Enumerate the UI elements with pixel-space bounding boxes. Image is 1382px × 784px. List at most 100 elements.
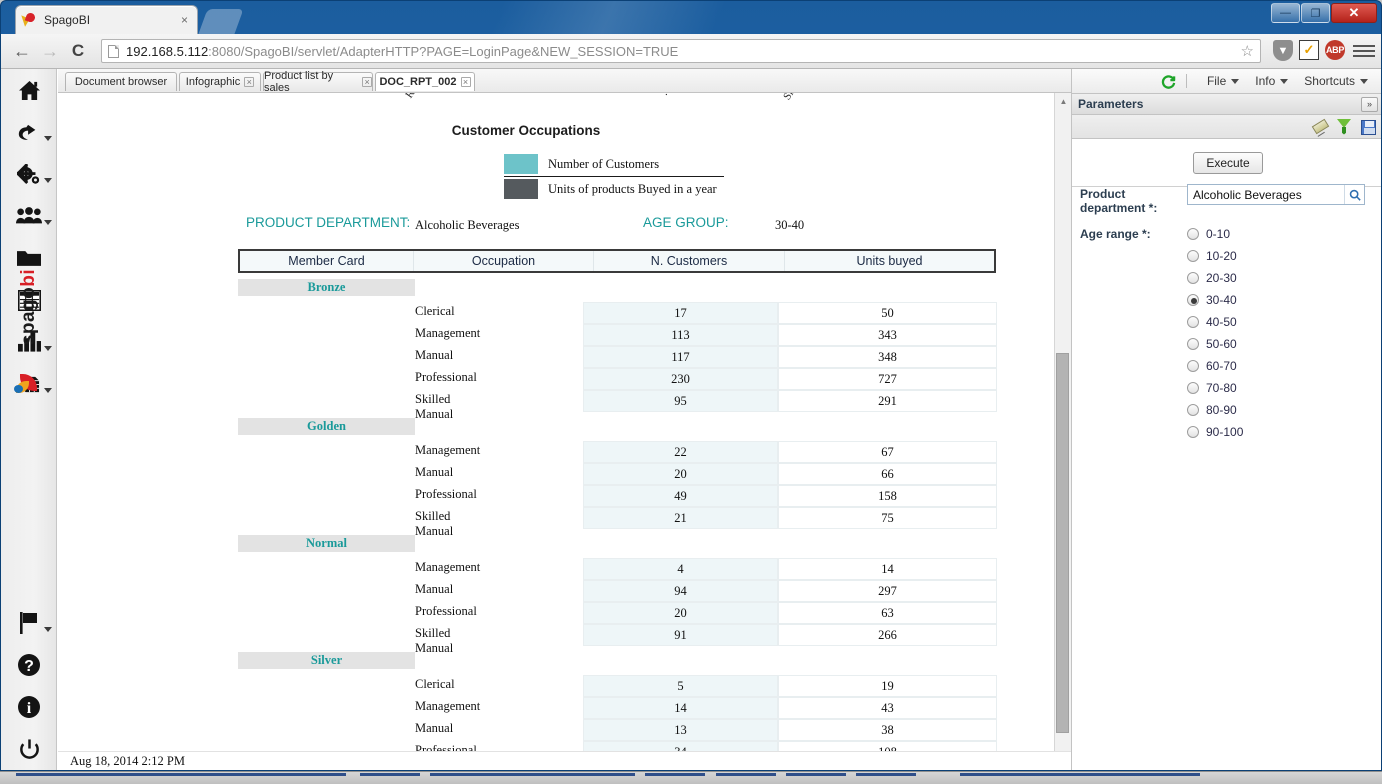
product-department-key: PRODUCT DEPARTMENT:	[246, 215, 411, 230]
sidebar-item-help[interactable]: ?	[1, 646, 57, 688]
menu-item-shortcuts[interactable]: Shortcuts	[1296, 74, 1376, 88]
radio-button[interactable]	[1187, 228, 1199, 240]
radio-button[interactable]	[1187, 316, 1199, 328]
lastpass-icon[interactable]: ✓	[1299, 40, 1321, 62]
sidebar-item-flag[interactable]	[1, 604, 57, 646]
app-tab[interactable]: DOC_RPT_002 ×	[375, 72, 475, 91]
radio-button[interactable]	[1187, 426, 1199, 438]
radio-button[interactable]	[1187, 272, 1199, 284]
age-range-option[interactable]: 70-80	[1187, 381, 1237, 395]
chevron-down-icon[interactable]	[44, 220, 52, 225]
sidebar-item-settings[interactable]	[1, 155, 57, 197]
close-icon[interactable]: ×	[362, 77, 372, 87]
chevron-down-icon: ▼	[1277, 44, 1289, 57]
save-icon[interactable]	[1359, 118, 1377, 136]
maximize-button[interactable]: ❐	[1301, 3, 1330, 23]
column-header: Member Card	[240, 251, 414, 271]
cell-customers: 13	[583, 719, 778, 741]
app-menubar: File Info Shortcuts	[1072, 69, 1381, 93]
forward-arrow-icon: →	[41, 40, 59, 61]
age-range-option[interactable]: 50-60	[1187, 337, 1237, 351]
group-header: Golden	[238, 418, 415, 435]
app-tab[interactable]: Document browser	[65, 72, 177, 91]
chevron-down-icon[interactable]	[44, 136, 52, 141]
menu-separator	[1185, 74, 1187, 88]
page-info-icon[interactable]	[108, 44, 119, 58]
app-tab[interactable]: Infographic ×	[179, 72, 261, 91]
download-shield-icon[interactable]: ▼	[1273, 40, 1295, 62]
close-window-button[interactable]: ✕	[1331, 3, 1377, 23]
back-button[interactable]: ←	[9, 38, 35, 64]
age-range-option[interactable]: 10-20	[1187, 249, 1237, 263]
document-viewer: R. . Sk. Customer Occupations Number of …	[58, 93, 1072, 770]
execute-button[interactable]: Execute	[1193, 151, 1263, 174]
product-department-label: Product department *:	[1080, 187, 1158, 215]
forward-button[interactable]: →	[37, 38, 63, 64]
cell-occupation: Professional	[415, 370, 477, 384]
browser-tab[interactable]: SpagoBI ×	[15, 5, 198, 34]
chevron-down-icon	[1360, 78, 1368, 84]
age-range-option[interactable]: 20-30	[1187, 271, 1237, 285]
radio-button[interactable]	[1187, 382, 1199, 394]
radio-button[interactable]	[1187, 338, 1199, 350]
radio-button[interactable]	[1187, 294, 1199, 306]
chevron-down-icon[interactable]	[44, 627, 52, 632]
minimize-button[interactable]: —	[1271, 3, 1300, 23]
scrollbar-thumb[interactable]	[1056, 353, 1069, 733]
radio-button[interactable]	[1187, 250, 1199, 262]
app-tab[interactable]: Product list by sales ×	[263, 70, 373, 94]
eraser-icon[interactable]	[1311, 118, 1330, 136]
age-range-option[interactable]: 40-50	[1187, 315, 1237, 329]
cell-occupation: Manual	[415, 721, 454, 735]
chevron-down-icon[interactable]	[44, 178, 52, 183]
age-range-option[interactable]: 80-90	[1187, 403, 1237, 417]
new-tab-button[interactable]	[198, 9, 244, 34]
search-icon[interactable]	[1344, 185, 1364, 204]
spagobi-logo: spagobi	[11, 262, 41, 393]
product-department-input[interactable]	[1188, 186, 1344, 203]
age-range-option-label: 60-70	[1206, 359, 1237, 373]
chevron-down-icon[interactable]	[44, 346, 52, 351]
close-icon[interactable]: ×	[460, 77, 471, 87]
chevron-down-icon[interactable]	[44, 388, 52, 393]
sidebar-item-back[interactable]	[1, 113, 57, 155]
age-range-option[interactable]: 60-70	[1187, 359, 1237, 373]
cell-units: 297	[778, 580, 997, 602]
radio-button[interactable]	[1187, 360, 1199, 372]
age-range-option[interactable]: 90-100	[1187, 425, 1243, 439]
sidebar-item-info[interactable]: i	[1, 688, 57, 730]
address-bar[interactable]: 192.168.5.112:8080/SpagoBI/servlet/Adapt…	[101, 39, 1261, 63]
scroll-up-arrow-icon[interactable]: ▲	[1055, 93, 1072, 110]
document-scrollbar[interactable]: ▲ ▼	[1054, 93, 1072, 770]
sidebar-item-logout[interactable]	[1, 730, 57, 770]
menu-item-info[interactable]: Info	[1247, 74, 1296, 88]
adblock-plus-icon[interactable]: ABP	[1325, 40, 1347, 62]
radio-button[interactable]	[1187, 404, 1199, 416]
menu-item-file[interactable]: File	[1199, 74, 1247, 88]
product-department-input-wrap[interactable]	[1187, 184, 1365, 205]
info-icon: i	[17, 695, 41, 723]
bookmark-star-icon[interactable]: ☆	[1235, 42, 1254, 60]
refresh-icon[interactable]	[1160, 72, 1178, 90]
age-range-option[interactable]: 30-40	[1187, 293, 1237, 307]
os-taskbar	[0, 771, 1382, 784]
document-canvas: R. . Sk. Customer Occupations Number of …	[58, 93, 1054, 770]
back-arrow-icon: ←	[13, 40, 31, 61]
age-range-option[interactable]: 0-10	[1187, 227, 1230, 241]
parameters-panel: File Info Shortcuts Parameters » Execute…	[1071, 69, 1381, 770]
cell-units: 63	[778, 602, 997, 624]
expand-panel-button[interactable]: »	[1361, 96, 1378, 112]
sidebar-item-home[interactable]	[1, 71, 57, 113]
reload-button[interactable]: C	[65, 38, 91, 64]
group-header: Silver	[238, 652, 415, 669]
browser-tab-title: SpagoBI	[44, 13, 91, 27]
age-range-option-label: 50-60	[1206, 337, 1237, 351]
chrome-menu-icon[interactable]	[1353, 45, 1375, 57]
svg-text:?: ?	[24, 658, 34, 675]
close-icon[interactable]: ×	[244, 77, 255, 87]
filter-download-icon[interactable]	[1335, 118, 1353, 136]
cell-units: 343	[778, 324, 997, 346]
close-icon[interactable]: ×	[178, 13, 191, 27]
sidebar-item-users[interactable]	[1, 197, 57, 239]
cell-customers: 230	[583, 368, 778, 390]
